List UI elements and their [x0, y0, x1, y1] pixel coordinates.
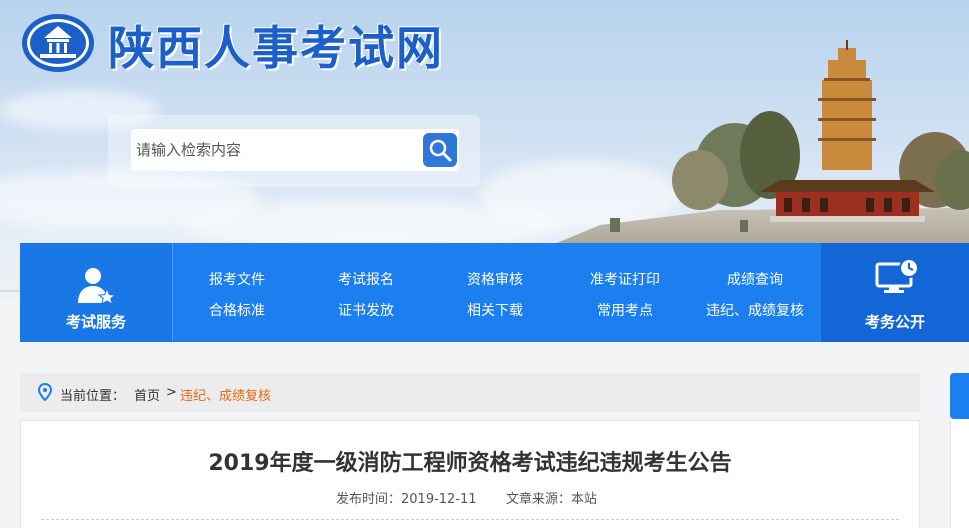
- exam-service-block[interactable]: 考试服务: [20, 243, 173, 342]
- nav-link-qualification-review[interactable]: 资格审核: [467, 269, 523, 289]
- nav-link-registration[interactable]: 考试报名: [338, 269, 394, 289]
- divider: [0, 290, 20, 292]
- nav-link-pass-standard[interactable]: 合格标准: [209, 300, 265, 320]
- article-panel: 2019年度一级消防工程师资格考试违纪违规考生公告 发布时间：2019-12-1…: [20, 420, 920, 528]
- nav-link-certificate[interactable]: 证书发放: [338, 300, 394, 320]
- exam-affairs-block[interactable]: 考务公开: [821, 243, 969, 342]
- nav-link-downloads[interactable]: 相关下载: [467, 300, 523, 320]
- emblem-logo-icon[interactable]: [20, 12, 96, 74]
- side-panel: [950, 419, 969, 528]
- breadcrumb-home-link[interactable]: 首页: [134, 385, 160, 404]
- search-icon: [429, 139, 452, 162]
- nav-link-admission-ticket[interactable]: 准考证打印: [590, 269, 660, 289]
- search-button[interactable]: [421, 129, 459, 171]
- location-pin-icon: [38, 383, 52, 401]
- main-nav: 考试服务 报考文件 考试报名 资格审核 准考证打印 成绩查询 合格标准 证书发放…: [20, 243, 969, 342]
- breadcrumb-separator: >: [166, 385, 177, 400]
- nav-links: 报考文件 考试报名 资格审核 准考证打印 成绩查询 合格标准 证书发放 相关下载…: [173, 243, 821, 342]
- exam-affairs-label: 考务公开: [864, 313, 925, 331]
- article-title: 2019年度一级消防工程师资格考试违纪违规考生公告: [208, 451, 732, 476]
- exam-service-label: 考试服务: [65, 313, 126, 331]
- nav-link-violation-review[interactable]: 违纪、成绩复核: [706, 300, 804, 320]
- page: 陕西人事考试网 请输入检索内容 考试服务 报考文件 考试报名 资格审核 准考证打…: [0, 0, 969, 528]
- nav-link-application-docs[interactable]: 报考文件: [209, 269, 265, 289]
- nav-link-exam-sites[interactable]: 常用考点: [597, 300, 653, 320]
- side-panel-tab[interactable]: [950, 373, 969, 419]
- nav-link-score-query[interactable]: 成绩查询: [727, 269, 783, 289]
- breadcrumb-label: 当前位置：: [60, 389, 126, 404]
- breadcrumb-current-link[interactable]: 违纪、成绩复核: [180, 385, 271, 404]
- monitor-clock-icon: [875, 258, 919, 293]
- breadcrumb: 当前位置： 首页 > 违纪、成绩复核: [20, 373, 920, 412]
- user-star-icon: [78, 268, 115, 305]
- article-divider: [41, 519, 899, 520]
- search-input[interactable]: [131, 129, 421, 171]
- article-publish-time: 发布时间：2019-12-11: [336, 492, 477, 507]
- article-source: 文章来源：本站: [506, 492, 598, 507]
- site-title: 陕西人事考试网: [108, 21, 444, 75]
- pagoda-illustration: [540, 40, 969, 250]
